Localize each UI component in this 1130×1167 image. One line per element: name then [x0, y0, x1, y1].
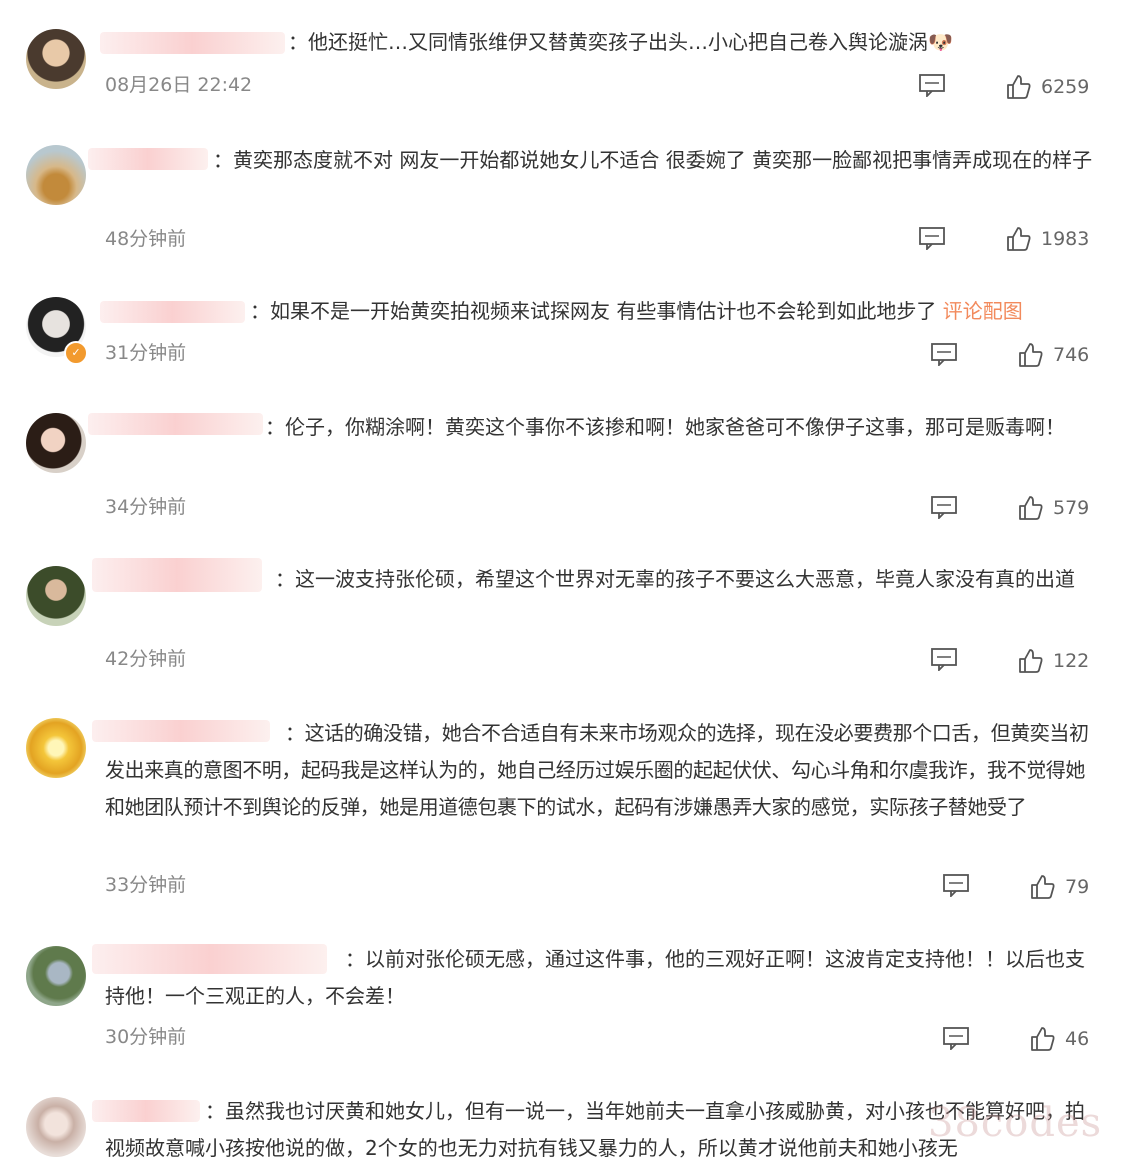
avatar[interactable]: [26, 946, 86, 1006]
avatar[interactable]: [26, 1097, 86, 1157]
comment-time: 42分钟前: [105, 648, 187, 670]
comment-time: 48分钟前: [105, 228, 187, 250]
watermark: 38codes: [928, 1100, 1103, 1146]
thumbs-up-icon[interactable]: [1018, 648, 1044, 674]
comment-text: ：他还挺忙…又同情张维伊又替黄奕孩子出头…小心把自己卷入舆论漩涡🐶: [288, 30, 953, 54]
comment-time: 30分钟前: [105, 1026, 187, 1048]
like-count: 1983: [1041, 228, 1090, 250]
like-count: 122: [1053, 650, 1090, 672]
comment-image-link[interactable]: 评论配图: [943, 299, 1023, 323]
username-blurred[interactable]: [100, 301, 245, 323]
thumbs-up-icon[interactable]: [1030, 1026, 1056, 1052]
like-count: 46: [1065, 1028, 1090, 1050]
comment-text: ：这话的确没错，她合不合适自有未来市场观众的选择，现在没必要费那个口舌，但黄奕当…: [105, 721, 1089, 819]
avatar[interactable]: [26, 413, 86, 473]
comment-text: ：黄奕那态度就不对 网友一开始都说她女儿不适合 很委婉了 黄奕那一脸鄙视把事情弄…: [213, 148, 1093, 172]
thumbs-up-icon[interactable]: [1006, 74, 1032, 100]
comment-time: 08月26日 22:42: [105, 74, 253, 96]
thumbs-up-icon[interactable]: [1030, 874, 1056, 900]
reply-icon[interactable]: [918, 73, 946, 97]
comment-time: 31分钟前: [105, 342, 187, 364]
comment-text: ：如果不是一开始黄奕拍视频来试探网友 有些事情估计也不会轮到如此地步了 评论配图: [250, 299, 1023, 323]
reply-icon[interactable]: [942, 873, 970, 897]
avatar[interactable]: [26, 566, 86, 626]
like-count: 746: [1053, 344, 1090, 366]
thumbs-up-icon[interactable]: [1018, 342, 1044, 368]
like-count: 579: [1053, 497, 1090, 519]
comment-text: ：伦子，你糊涂啊！黄奕这个事你不该掺和啊！她家爸爸可不像伊子这事，那可是贩毒啊！: [265, 415, 1065, 439]
like-count: 6259: [1041, 76, 1090, 98]
comment-text: ：以前对张伦硕无感，通过这件事，他的三观好正啊！这波肯定支持他！！以后也支持他！…: [105, 947, 1085, 1008]
comment-time: 34分钟前: [105, 496, 187, 518]
like-count: 79: [1065, 876, 1090, 898]
reply-icon[interactable]: [918, 226, 946, 250]
avatar[interactable]: [26, 718, 86, 778]
reply-icon[interactable]: [930, 342, 958, 366]
dog-emoji: 🐶: [928, 30, 953, 54]
avatar[interactable]: [26, 145, 86, 205]
reply-icon[interactable]: [930, 647, 958, 671]
verified-badge-icon: ✓: [64, 341, 88, 365]
thumbs-up-icon[interactable]: [1006, 226, 1032, 252]
reply-icon[interactable]: [930, 495, 958, 519]
reply-icon[interactable]: [942, 1026, 970, 1050]
thumbs-up-icon[interactable]: [1018, 495, 1044, 521]
avatar[interactable]: [26, 29, 86, 89]
comment-text: ：这一波支持张伦硕，希望这个世界对无辜的孩子不要这么大恶意，毕竟人家没有真的出道: [275, 567, 1075, 591]
comment-time: 33分钟前: [105, 874, 187, 896]
